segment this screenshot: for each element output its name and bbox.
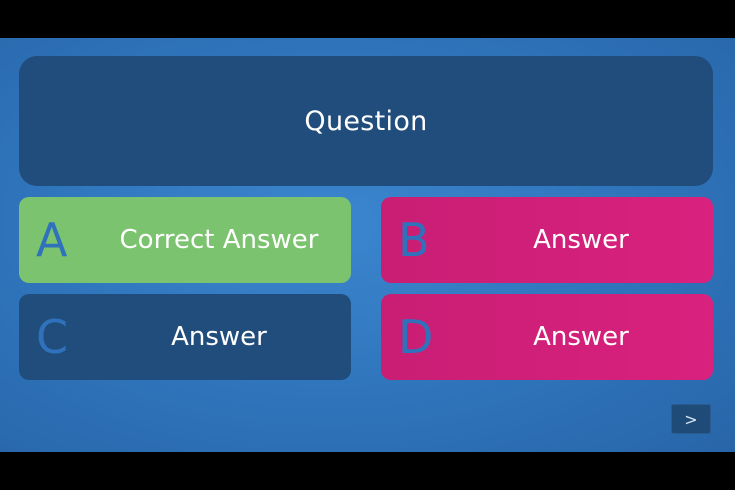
letterbox-bottom	[0, 452, 735, 490]
answer-c-text: Answer	[171, 322, 267, 352]
answer-a-button[interactable]: A Correct Answer	[19, 197, 351, 283]
quiz-slide: Question A Correct Answer B Answer C Ans…	[0, 38, 735, 452]
answer-a-letter: A	[36, 213, 68, 267]
answer-c-button[interactable]: C Answer	[19, 294, 351, 380]
question-text: Question	[304, 105, 428, 137]
answer-b-letter: B	[398, 213, 430, 267]
answer-d-text: Answer	[533, 322, 629, 352]
question-box: Question	[19, 56, 713, 186]
answer-b-text: Answer	[533, 225, 629, 255]
answer-a-text: Correct Answer	[119, 225, 319, 255]
answer-c-letter: C	[36, 310, 69, 364]
next-arrow-icon: >	[684, 409, 698, 429]
answer-d-letter: D	[398, 310, 434, 364]
answer-d-button[interactable]: D Answer	[381, 294, 713, 380]
letterbox-top	[0, 0, 735, 38]
answer-b-button[interactable]: B Answer	[381, 197, 713, 283]
next-button[interactable]: >	[671, 404, 711, 434]
